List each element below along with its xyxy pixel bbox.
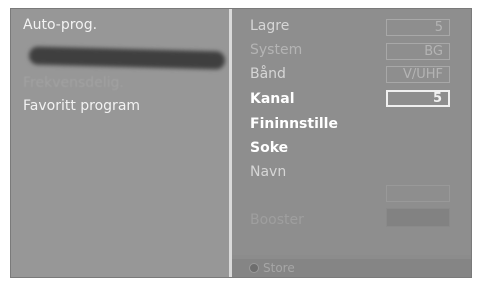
menu-item-favorite-programs[interactable]: Favoritt program xyxy=(23,98,140,114)
store-button-icon xyxy=(249,263,259,273)
setting-value-lagre[interactable]: 5 xyxy=(386,19,450,36)
setting-value-booster[interactable] xyxy=(386,208,450,227)
menu-item-obscured[interactable]: Frekvensdelig. xyxy=(23,75,124,91)
footer-bar: Store xyxy=(232,259,471,277)
settings-panel: Lagre 5 System BG Bånd V/UHF Kanal 5 Fin… xyxy=(232,9,471,255)
setting-name[interactable]: Navn xyxy=(250,164,286,180)
setting-label-kanal: Kanal xyxy=(250,91,295,107)
setting-fine-tune[interactable]: Fininnstille xyxy=(250,116,338,132)
obscuring-smudge xyxy=(28,46,226,70)
setting-label-band: Bånd xyxy=(250,66,286,82)
store-label[interactable]: Store xyxy=(263,261,295,275)
menu-item-auto-prog[interactable]: Auto-prog. xyxy=(23,17,97,33)
main-menu-panel: Auto-prog. Frekvensdelig. Favoritt progr… xyxy=(11,9,229,277)
setting-value-band[interactable]: V/UHF xyxy=(386,66,450,83)
setting-search[interactable]: Soke xyxy=(250,140,288,156)
setting-label-booster: Booster xyxy=(250,212,304,228)
setting-value-kanal[interactable]: 5 xyxy=(386,90,450,107)
setting-value-system[interactable]: BG xyxy=(386,43,450,60)
setting-label-system: System xyxy=(250,42,303,58)
setting-label-lagre: Lagre xyxy=(250,18,290,34)
setting-value-name[interactable] xyxy=(386,185,450,202)
